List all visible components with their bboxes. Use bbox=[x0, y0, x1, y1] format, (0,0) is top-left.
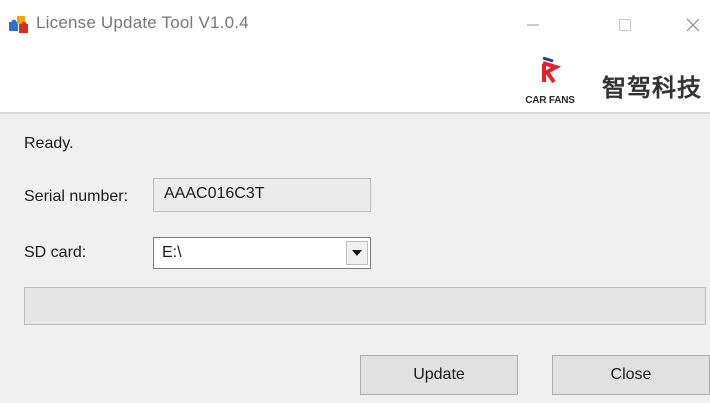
car-fans-logo: CAR FANS bbox=[518, 54, 582, 110]
maximize-icon bbox=[619, 19, 631, 31]
serial-number-field[interactable]: AAAC016C3T bbox=[153, 178, 371, 212]
title-bar[interactable]: License Update Tool V1.0.4 bbox=[0, 0, 710, 50]
dropdown-button[interactable] bbox=[346, 241, 368, 265]
close-icon bbox=[686, 18, 700, 32]
serial-number-label: Serial number: bbox=[24, 188, 129, 205]
maximize-button[interactable] bbox=[600, 0, 650, 50]
logo-text: CAR FANS bbox=[525, 95, 575, 106]
minimize-button[interactable] bbox=[508, 0, 558, 50]
status-text: Ready. bbox=[24, 135, 74, 152]
puzzle-app-icon bbox=[9, 16, 28, 33]
license-update-window: License Update Tool V1.0.4 CAR FANS 智驾科技… bbox=[0, 0, 710, 403]
sd-card-label: SD card: bbox=[24, 244, 87, 261]
close-button[interactable]: Close bbox=[552, 355, 710, 395]
caret-down-icon bbox=[352, 250, 362, 256]
brand-header: CAR FANS 智驾科技 bbox=[0, 50, 710, 114]
brand-name: 智驾科技 bbox=[602, 74, 702, 102]
update-button[interactable]: Update bbox=[360, 355, 518, 395]
close-window-button[interactable] bbox=[668, 0, 710, 50]
sd-card-value: E:\ bbox=[162, 244, 182, 261]
window-title: License Update Tool V1.0.4 bbox=[36, 13, 249, 32]
minimize-icon bbox=[527, 24, 539, 26]
progress-bar bbox=[24, 287, 706, 325]
sd-card-select[interactable]: E:\ bbox=[153, 237, 371, 269]
car-fans-emblem-icon bbox=[542, 56, 562, 84]
